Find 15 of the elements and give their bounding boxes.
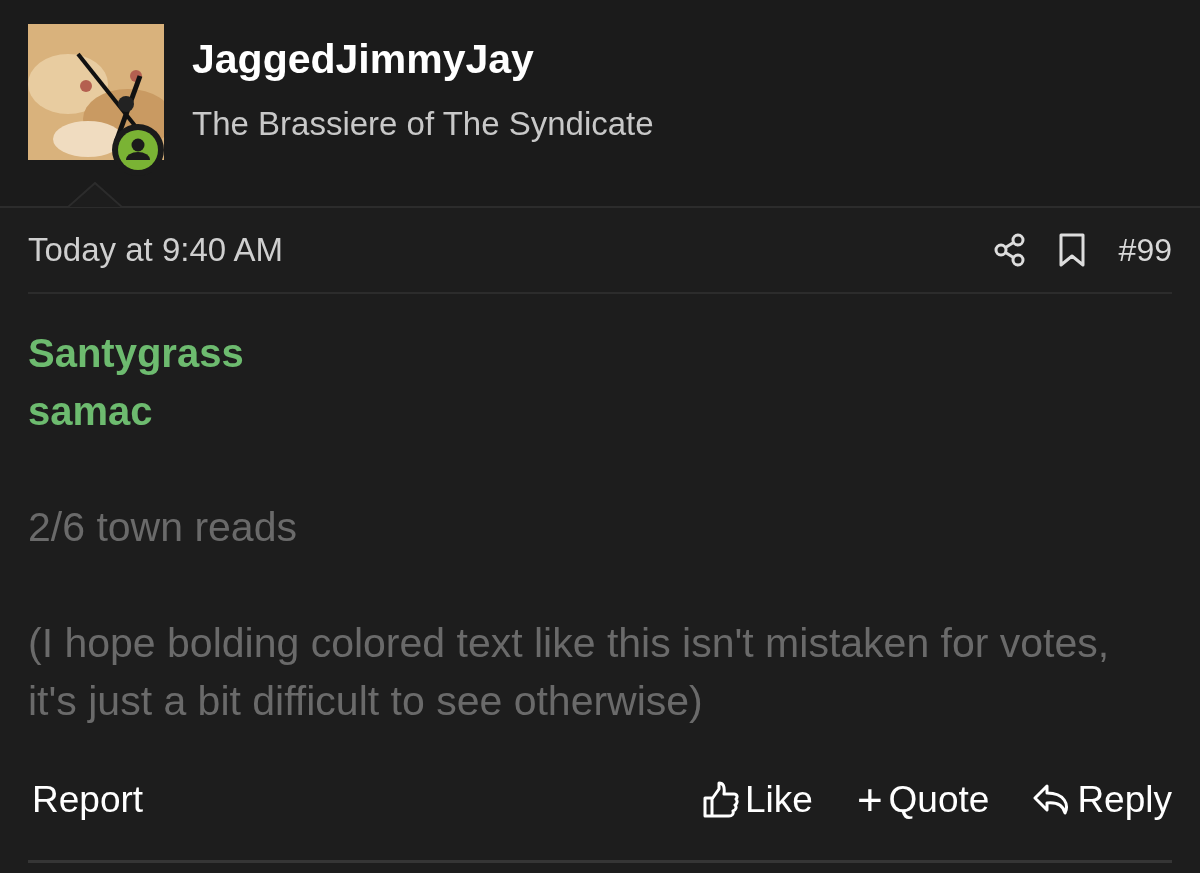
like-button[interactable]: Like	[703, 779, 813, 821]
post-paragraph: 2/6 town reads	[28, 503, 298, 552]
mention-link[interactable]: Santygrass	[28, 324, 1172, 382]
report-link[interactable]: Report	[28, 779, 144, 821]
thumbs-up-icon	[703, 781, 739, 819]
share-icon[interactable]	[992, 233, 1025, 267]
post-time[interactable]: Today at 9:40 AM	[28, 231, 283, 269]
mention-link[interactable]: samac	[28, 382, 1172, 440]
post-paragraph: (I hope bolding colored text like this isn't mistaken for votes, it's just a bit difficult to see otherwise)	[28, 619, 1111, 726]
username[interactable]: JaggedJimmyJay	[192, 36, 654, 83]
user-title: The Brassiere of The Syndicate	[192, 105, 654, 143]
quote-button[interactable]: +Quote	[856, 778, 990, 822]
post-number[interactable]: #99	[1118, 231, 1172, 269]
bookmark-icon[interactable]	[1058, 233, 1085, 267]
reply-button[interactable]: Reply	[1033, 779, 1172, 821]
